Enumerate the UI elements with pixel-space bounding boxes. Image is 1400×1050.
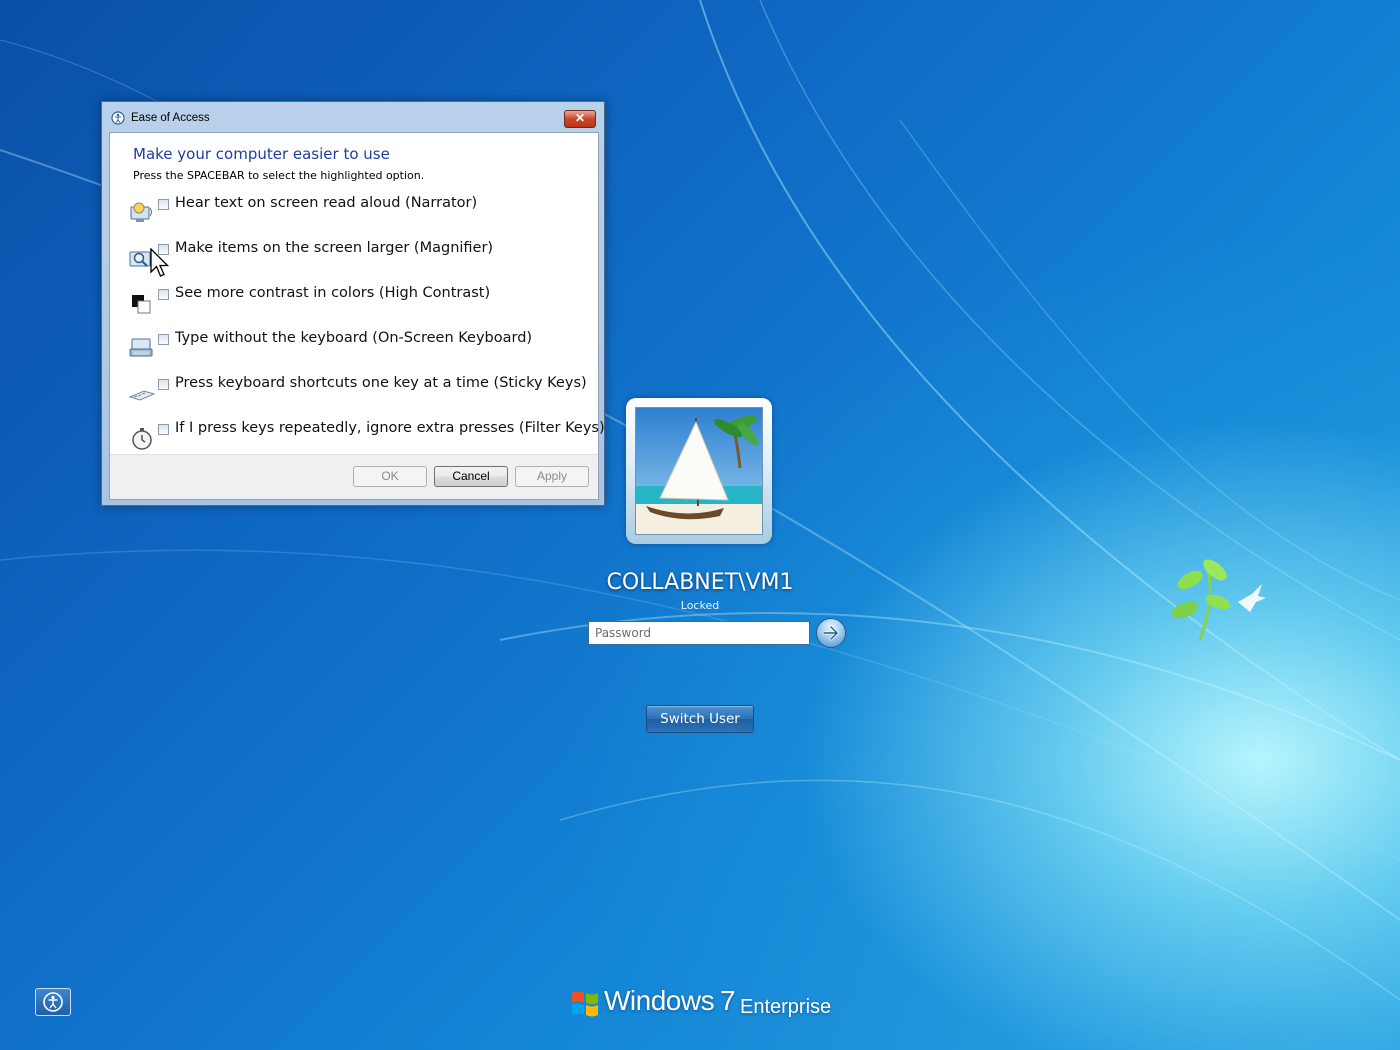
flower-bird-icon bbox=[1171, 559, 1266, 641]
windows-logo-icon bbox=[572, 991, 598, 1017]
switch-user-button[interactable]: Switch User bbox=[646, 705, 754, 733]
narrator-icon bbox=[130, 202, 152, 222]
sticky-keys-label: Press keyboard shortcuts one key at a ti… bbox=[175, 375, 587, 391]
cancel-button[interactable]: Cancel bbox=[434, 466, 508, 487]
user-name: COLLABNET\VM1 bbox=[606, 570, 794, 595]
sticky-keys-icon bbox=[128, 390, 156, 401]
option-filter-keys[interactable]: If I press keys repeatedly, ignore extra… bbox=[128, 420, 605, 450]
ease-of-access-button[interactable] bbox=[35, 988, 71, 1016]
sticky-keys-checkbox[interactable] bbox=[158, 379, 169, 390]
filter-keys-label: If I press keys repeatedly, ignore extra… bbox=[175, 420, 605, 436]
magnifier-label: Make items on the screen larger (Magnifi… bbox=[175, 240, 494, 256]
arrow-right-icon bbox=[822, 625, 839, 641]
ease-of-access-dialog: Ease of Access ✕ Make your computer easi… bbox=[101, 101, 605, 506]
filter-keys-icon bbox=[132, 428, 152, 450]
option-narrator[interactable]: Hear text on screen read aloud (Narrator… bbox=[128, 195, 598, 225]
user-status: Locked bbox=[680, 599, 720, 612]
high-contrast-icon bbox=[132, 295, 151, 314]
option-magnifier[interactable]: Make items on the screen larger (Magnifi… bbox=[128, 240, 598, 270]
option-on-screen-keyboard[interactable]: Type without the keyboard (On-Screen Key… bbox=[128, 330, 598, 360]
ok-button[interactable]: OK bbox=[353, 466, 427, 487]
option-sticky-keys[interactable]: Press keyboard shortcuts one key at a ti… bbox=[128, 375, 598, 405]
dialog-footer: OK Cancel Apply bbox=[110, 454, 598, 499]
windows-branding: Windows 7 Enterprise bbox=[570, 985, 870, 1025]
option-high-contrast[interactable]: See more contrast in colors (High Contra… bbox=[128, 285, 598, 315]
brand-name: Windows bbox=[604, 985, 715, 1016]
brand-edition: Enterprise bbox=[740, 996, 832, 1018]
user-avatar bbox=[635, 407, 763, 535]
apply-button[interactable]: Apply bbox=[515, 466, 589, 487]
dialog-hint: Press the SPACEBAR to select the highlig… bbox=[133, 169, 425, 182]
submit-arrow-button[interactable] bbox=[816, 618, 846, 648]
on-screen-keyboard-icon bbox=[129, 338, 153, 357]
mouse-cursor-icon bbox=[150, 248, 170, 277]
ease-of-access-icon bbox=[111, 111, 125, 125]
ease-of-access-icon bbox=[43, 992, 63, 1012]
on-screen-keyboard-label: Type without the keyboard (On-Screen Key… bbox=[175, 330, 533, 346]
sailboat-picture-icon bbox=[636, 408, 762, 534]
close-button[interactable]: ✕ bbox=[564, 110, 596, 128]
close-icon: ✕ bbox=[574, 111, 586, 125]
high-contrast-checkbox[interactable] bbox=[158, 289, 169, 300]
filter-keys-checkbox[interactable] bbox=[158, 424, 169, 435]
dialog-content: Make your computer easier to use Press t… bbox=[109, 132, 605, 500]
brand-version: 7 bbox=[720, 985, 736, 1016]
dialog-title: Ease of Access bbox=[131, 112, 210, 124]
dialog-heading: Make your computer easier to use bbox=[133, 145, 390, 163]
high-contrast-label: See more contrast in colors (High Contra… bbox=[175, 285, 491, 301]
dialog-titlebar[interactable]: Ease of Access ✕ bbox=[102, 102, 604, 132]
narrator-label: Hear text on screen read aloud (Narrator… bbox=[175, 195, 478, 211]
password-input[interactable] bbox=[588, 621, 810, 645]
on-screen-keyboard-checkbox[interactable] bbox=[158, 334, 169, 345]
narrator-checkbox[interactable] bbox=[158, 199, 169, 210]
user-tile[interactable] bbox=[626, 398, 772, 544]
